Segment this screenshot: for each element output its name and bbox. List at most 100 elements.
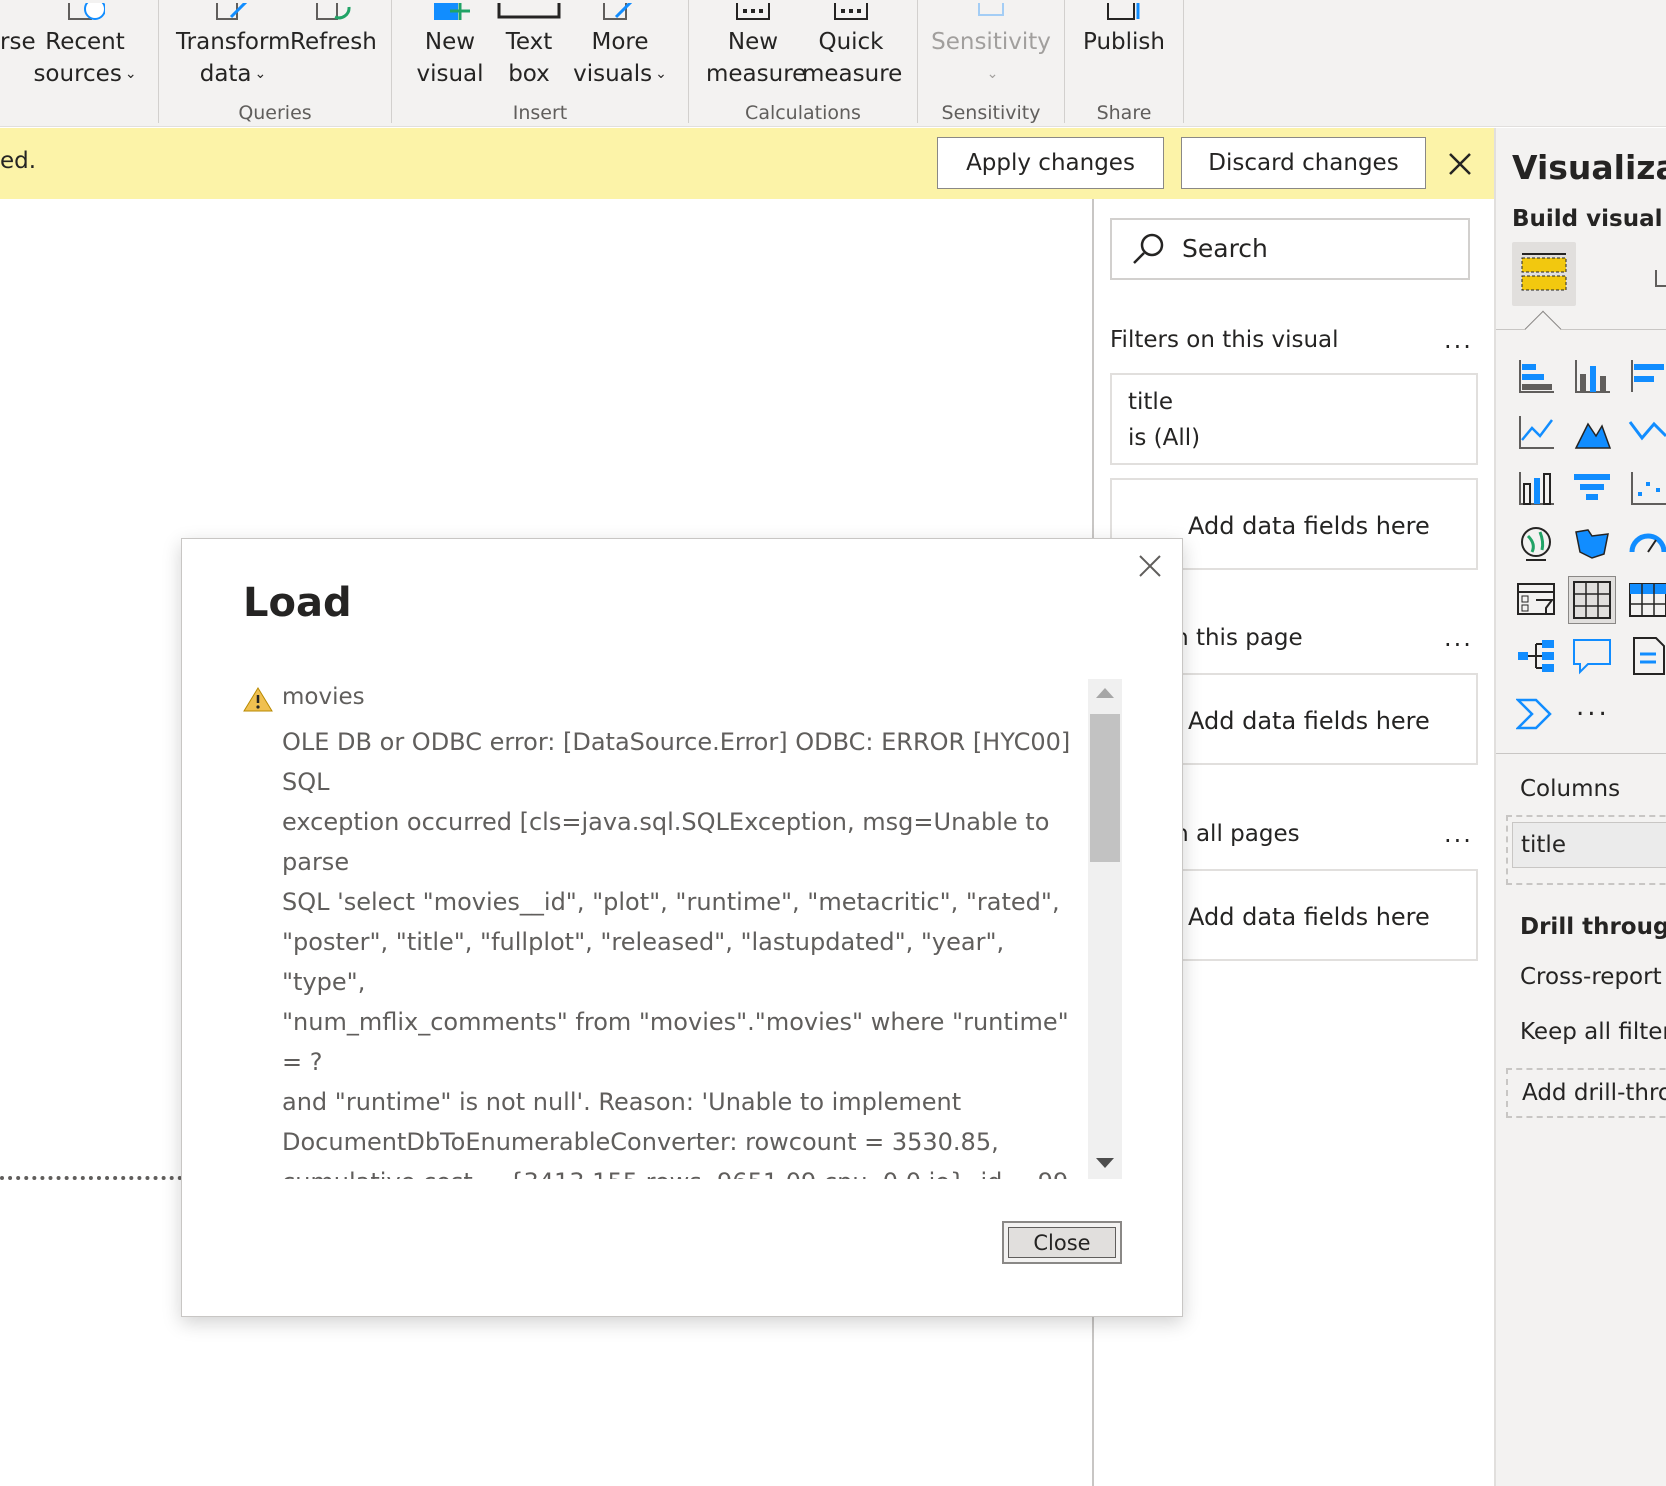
recent-sources-button[interactable]: Recent sources ⌄: [30, 0, 140, 100]
more-options-icon[interactable]: ...: [1444, 326, 1473, 354]
add-data-fields-label: Add data fields here: [1188, 707, 1430, 735]
pending-changes-bar: ed. Apply changes Discard changes: [0, 128, 1496, 199]
refresh-icon: [313, 0, 353, 20]
group-label-calculations: Calculations: [745, 102, 861, 124]
error-message-area[interactable]: OLE DB or ODBC error: [DataSource.Error]…: [282, 722, 1082, 1179]
ribbon-group-separator: [158, 0, 159, 123]
ribbon: rse Recent sources ⌄ Transform data ⌄ Refr…: [0, 0, 1666, 127]
more-options-icon[interactable]: ...: [1444, 624, 1473, 652]
quick-measure-label-2: measure: [802, 61, 903, 87]
chevron-down-icon: ⌄: [254, 66, 267, 82]
drill-through-well[interactable]: Add drill-thro: [1506, 1068, 1666, 1118]
chevron-down-icon: ⌄: [655, 66, 667, 82]
quick-measure-label-1: Quick: [818, 29, 884, 55]
new-visual-button[interactable]: New visual: [410, 0, 490, 100]
new-measure-button[interactable]: New measure: [706, 0, 807, 100]
line-chart-icon[interactable]: [1516, 412, 1556, 452]
scroll-down-arrow-icon[interactable]: [1096, 1158, 1114, 1168]
table-visual-icon[interactable]: [1568, 576, 1616, 624]
visual-border-dotted: [0, 1176, 182, 1180]
calculator-icon: [831, 0, 871, 20]
recent-label-2: sources: [33, 61, 122, 87]
group-label-share: Share: [1096, 102, 1152, 124]
filters-search-placeholder: Search: [1182, 234, 1268, 263]
stacked-column-chart-icon[interactable]: [1572, 356, 1612, 396]
line-and-column-chart-icon[interactable]: [1516, 468, 1556, 508]
more-visuals-label-2: visuals: [573, 61, 653, 87]
globe-map-icon[interactable]: [1516, 524, 1556, 564]
table-build-icon: [1521, 253, 1567, 291]
qna-visual-icon[interactable]: [1572, 636, 1612, 676]
funnel-chart-icon[interactable]: [1572, 468, 1612, 508]
add-data-fields-label: Add data fields here: [1188, 903, 1430, 931]
new-measure-label-1: New: [727, 29, 779, 55]
power-automate-icon[interactable]: [1514, 692, 1556, 732]
apply-changes-button[interactable]: Apply changes: [937, 137, 1164, 189]
sensitivity-label: Sensitivity: [931, 29, 1051, 55]
cross-report-toggle-label[interactable]: Cross-report: [1520, 964, 1662, 990]
sensitivity-button[interactable]: Sensitivity ⌄: [930, 0, 1052, 100]
group-label-insert: Insert: [512, 102, 568, 124]
stacked-bar-chart-icon[interactable]: [1516, 356, 1556, 396]
close-icon[interactable]: [1137, 553, 1163, 579]
transform-icon: [213, 0, 253, 20]
error-message-text: OLE DB or ODBC error: [DataSource.Error]…: [282, 728, 1071, 1179]
ribbon-button-recent-partial[interactable]: rse: [0, 0, 36, 100]
stacked-area-chart-icon[interactable]: [1628, 412, 1666, 452]
more-visuals-icon[interactable]: ...: [1576, 692, 1610, 722]
recent-label-1: Recent: [45, 29, 125, 55]
gauge-icon[interactable]: [1628, 524, 1666, 564]
text-box-button[interactable]: Text box: [490, 0, 568, 100]
matrix-visual-icon[interactable]: [1628, 580, 1666, 620]
more-visuals-button[interactable]: More visuals ⌄: [568, 0, 672, 100]
group-label-sensitivity: Sensitivity: [941, 102, 1041, 124]
text-box-label-1: Text: [505, 29, 553, 55]
dialog-close-button[interactable]: Close: [1002, 1221, 1122, 1264]
publish-icon: [1104, 0, 1144, 20]
pending-changes-message: ed.: [0, 148, 37, 174]
scroll-up-arrow-icon[interactable]: [1096, 688, 1114, 698]
more-visuals-icon: [600, 0, 640, 20]
keep-all-filters-toggle-label[interactable]: Keep all filters: [1520, 1019, 1666, 1045]
dialog-title: Load: [243, 580, 352, 626]
chevron-down-icon: ⌄: [124, 66, 137, 82]
refresh-button[interactable]: Refresh: [290, 0, 377, 100]
slicer-icon[interactable]: [1516, 580, 1556, 620]
format-visual-tab-icon[interactable]: [1652, 268, 1666, 292]
discard-changes-button[interactable]: Discard changes: [1181, 137, 1426, 189]
filter-card-title[interactable]: title is (All): [1110, 373, 1478, 465]
publish-label: Publish: [1083, 29, 1165, 55]
column-field-chip[interactable]: title: [1512, 822, 1666, 868]
text-box-label-2: box: [508, 61, 550, 87]
clustered-bar-chart-icon[interactable]: [1628, 356, 1666, 396]
paginated-report-icon[interactable]: [1628, 636, 1666, 676]
pane-divider: [1496, 329, 1666, 330]
search-icon: [1130, 231, 1166, 267]
build-visual-label: Build visual: [1512, 206, 1663, 232]
add-drill-through-label: Add drill-thro: [1522, 1080, 1666, 1106]
transform-data-button[interactable]: Transform data ⌄: [176, 0, 290, 100]
scrollbar-thumb[interactable]: [1090, 714, 1120, 862]
filter-field-name: title: [1128, 389, 1173, 415]
area-chart-icon[interactable]: [1572, 412, 1612, 452]
build-visual-tab[interactable]: [1512, 242, 1576, 306]
quick-measure-button[interactable]: Quick measure: [802, 0, 903, 100]
drill-through-header: Drill through: [1520, 914, 1666, 940]
columns-well-label: Columns: [1520, 776, 1621, 802]
error-item-name: movies: [282, 684, 365, 710]
visualizations-pane: [1496, 128, 1666, 1486]
pane-divider: [1496, 753, 1666, 754]
close-icon[interactable]: [1446, 150, 1474, 178]
filled-map-icon[interactable]: [1572, 524, 1612, 564]
refresh-label: Refresh: [290, 29, 377, 55]
scatter-chart-icon[interactable]: [1628, 468, 1666, 508]
filters-on-visual-header: Filters on this visual: [1110, 327, 1339, 353]
calculator-icon: [733, 0, 773, 20]
sensitivity-icon: [971, 0, 1011, 20]
ribbon-group-separator: [1183, 0, 1184, 123]
publish-button[interactable]: Publish: [1076, 0, 1172, 100]
dialog-close-button-label: Close: [1008, 1227, 1116, 1258]
more-options-icon[interactable]: ...: [1444, 820, 1473, 848]
new-measure-label-2: measure: [706, 61, 807, 87]
decomposition-tree-icon[interactable]: [1516, 636, 1556, 676]
